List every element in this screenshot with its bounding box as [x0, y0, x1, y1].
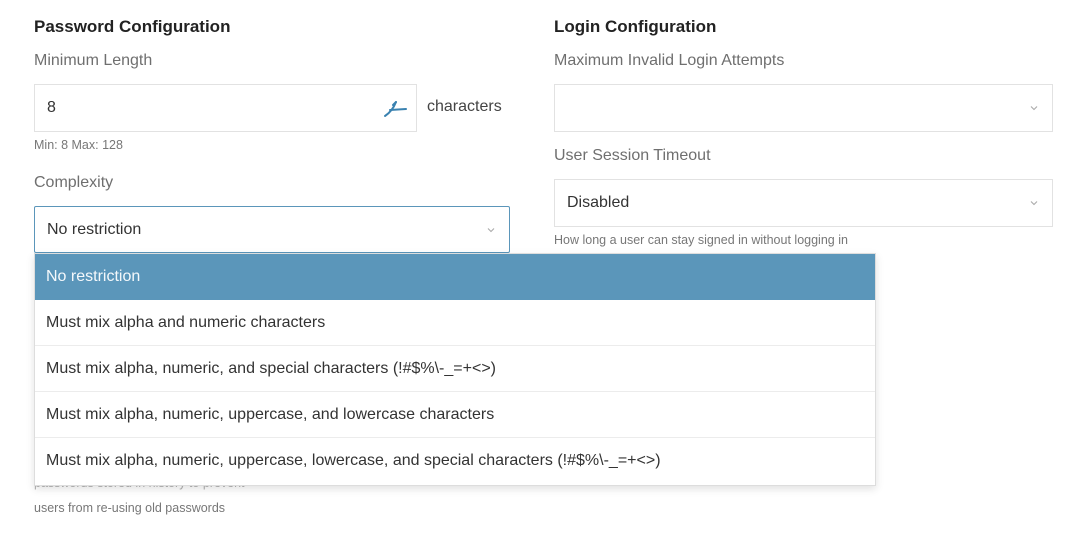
complexity-option-no-restriction[interactable]: No restriction: [35, 254, 875, 300]
complexity-label: Complexity: [34, 174, 114, 191]
complexity-option-alpha-numeric-case[interactable]: Must mix alpha, numeric, uppercase, and …: [35, 392, 875, 438]
complexity-option-alpha-numeric-special[interactable]: Must mix alpha, numeric, and special cha…: [35, 346, 875, 392]
minimum-length-input[interactable]: 8: [34, 84, 417, 132]
session-timeout-label: User Session Timeout: [554, 147, 711, 164]
chevron-down-icon: [1030, 106, 1038, 111]
session-timeout-help: How long a user can stay signed in witho…: [554, 233, 848, 247]
minimum-length-value: 8: [47, 99, 56, 116]
complexity-option-alpha-numeric[interactable]: Must mix alpha and numeric characters: [35, 300, 875, 346]
minimum-length-help: Min: 8 Max: 128: [34, 138, 123, 152]
login-configuration-title: Login Configuration: [554, 17, 717, 36]
minimum-length-unit: characters: [427, 98, 502, 115]
password-configuration-title: Password Configuration: [34, 17, 231, 36]
session-timeout-select[interactable]: Disabled: [554, 179, 1053, 227]
history-help: users from re-using old passwords: [34, 501, 226, 515]
minimum-length-label: Minimum Length: [34, 52, 153, 69]
spinner-arrows-icon[interactable]: [382, 99, 408, 119]
session-timeout-value: Disabled: [567, 194, 630, 211]
complexity-selected-value: No restriction: [47, 220, 142, 238]
complexity-dropdown-menu: No restriction Must mix alpha and numeri…: [34, 253, 876, 486]
max-invalid-attempts-select[interactable]: [554, 84, 1053, 132]
complexity-option-alpha-numeric-case-special[interactable]: Must mix alpha, numeric, uppercase, lowe…: [35, 438, 875, 484]
complexity-select[interactable]: No restriction: [34, 206, 510, 253]
chevron-down-icon: [487, 227, 495, 232]
chevron-down-icon: [1030, 201, 1038, 206]
max-invalid-attempts-label: Maximum Invalid Login Attempts: [554, 52, 785, 69]
